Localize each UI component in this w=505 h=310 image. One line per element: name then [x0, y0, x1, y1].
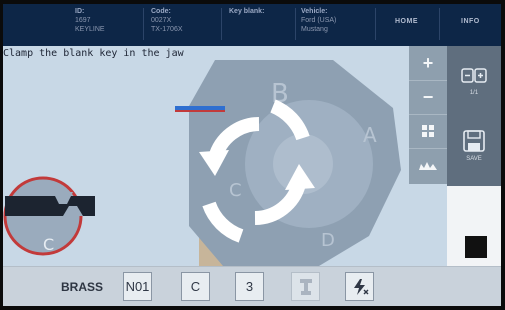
code-value: 0027X	[151, 17, 172, 24]
id-value: 1697	[75, 17, 91, 24]
header-divider	[439, 8, 440, 40]
header-divider	[143, 8, 144, 40]
side-panel: 1/1 SAVE	[447, 46, 501, 186]
side-label-d: D	[321, 230, 335, 251]
header-divider	[295, 8, 296, 40]
id-label: ID:	[75, 8, 85, 15]
page-nav-icon	[461, 68, 487, 83]
vehicle-make: Ford (USA)	[301, 17, 337, 24]
page-indicator: 1/1	[469, 90, 479, 96]
header-divider	[375, 8, 376, 40]
zoom-out-button[interactable]: −	[409, 80, 447, 115]
vehicle-label: Vehicle:	[301, 8, 328, 15]
keyblank-column: Key blank:	[229, 7, 264, 16]
zoom-controls: + −	[409, 46, 447, 184]
inset-side-label: C	[43, 235, 54, 254]
grid-view-button[interactable]	[409, 114, 447, 149]
blue-marker	[175, 106, 225, 110]
key-profile-icon	[419, 162, 437, 170]
save-button[interactable]: SAVE	[447, 130, 501, 162]
side-label-a: A	[363, 123, 377, 147]
red-marker	[175, 110, 225, 112]
clamp-number-button[interactable]: 3	[235, 272, 264, 301]
device-screen: ID: 1697 KEYLINE Code: 0027X TX-1706X Ke…	[3, 4, 501, 306]
side-label-c: C	[229, 180, 242, 201]
instruction-message: Clamp the blank key in the jaw	[3, 48, 184, 59]
key-profile-inset: C	[3, 176, 95, 256]
code-column: Code: 0027X TX-1706X	[151, 7, 183, 34]
status-indicator	[465, 236, 487, 258]
header-bar: ID: 1697 KEYLINE Code: 0027X TX-1706X Ke…	[3, 4, 501, 46]
zoom-in-button[interactable]: +	[409, 46, 447, 81]
home-button[interactable]: HOME	[395, 18, 418, 25]
code-value-2: TX-1706X	[151, 26, 183, 33]
grid-icon	[422, 125, 434, 137]
id-column: ID: 1697 KEYLINE	[75, 7, 105, 34]
key-profile-button[interactable]	[409, 148, 447, 182]
save-icon	[463, 130, 485, 152]
id-brand: KEYLINE	[75, 26, 105, 33]
keyblank-label: Key blank:	[229, 8, 265, 15]
cutter-power-button[interactable]	[345, 272, 374, 301]
bottom-toolbar: BRASS N01 C 3	[3, 266, 501, 306]
key-diagram: B A C D C	[3, 60, 401, 266]
vehicle-model: Mustang	[301, 26, 328, 33]
jaw-tool-button[interactable]	[291, 272, 320, 301]
blank-number-button[interactable]: N01	[123, 272, 152, 301]
save-label: SAVE	[466, 156, 482, 162]
code-label: Code:	[151, 8, 171, 15]
vehicle-column: Vehicle: Ford (USA) Mustang	[301, 7, 336, 34]
page-button[interactable]: 1/1	[447, 66, 501, 96]
side-select-button[interactable]: C	[181, 272, 210, 301]
info-button[interactable]: INFO	[461, 18, 480, 25]
header-divider	[221, 8, 222, 40]
material-label[interactable]: BRASS	[61, 280, 103, 294]
lightning-icon	[353, 278, 368, 295]
jaw-clamp-icon	[299, 278, 312, 295]
